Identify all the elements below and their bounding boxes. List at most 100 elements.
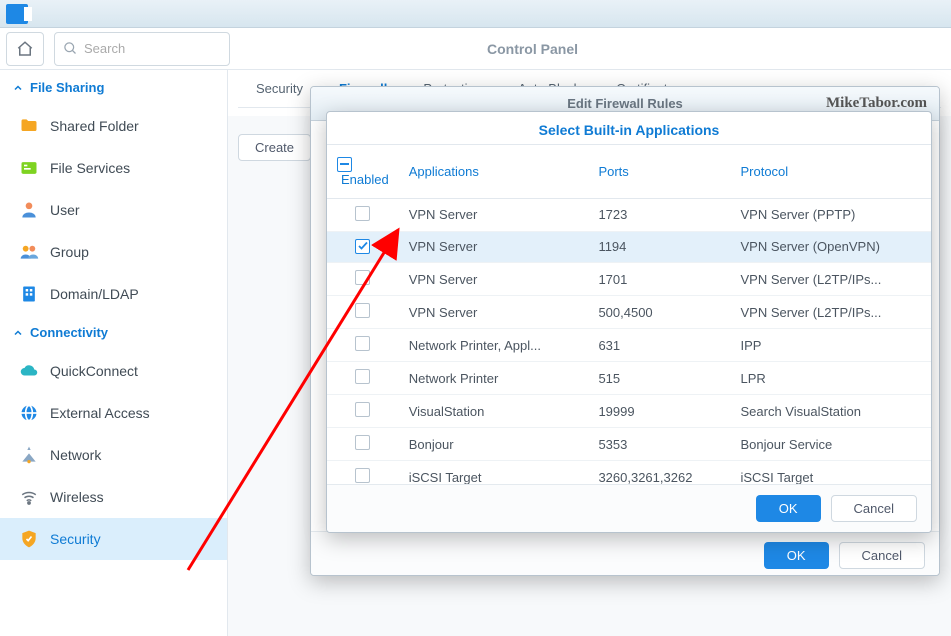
select-cancel-button[interactable]: Cancel [831, 495, 917, 522]
search-icon [63, 41, 78, 56]
select-ok-button[interactable]: OK [756, 495, 821, 522]
cell-ports: 1701 [588, 263, 730, 296]
cell-ports: 1194 [588, 231, 730, 263]
group-icon [18, 241, 40, 263]
shield-icon [18, 528, 40, 550]
modal-select-apps: Select Built-in Applications Enabled App… [326, 111, 932, 533]
row-checkbox[interactable] [355, 468, 370, 483]
cell-ports: 19999 [588, 395, 730, 428]
col-applications[interactable]: Applications [399, 145, 589, 198]
sidebar-item-label: Security [50, 531, 101, 547]
home-button[interactable] [6, 32, 44, 66]
folder-icon [18, 115, 40, 137]
sidebar-item-quickconnect[interactable]: QuickConnect [0, 350, 227, 392]
header-checkbox[interactable] [337, 157, 352, 172]
window-top-strip [0, 0, 951, 28]
app-title: Control Panel [234, 41, 951, 57]
cell-ports: 500,4500 [588, 296, 730, 329]
table-row[interactable]: Bonjour 5353 Bonjour Service [327, 428, 931, 461]
cell-application: VPN Server [399, 263, 589, 296]
sidebar-item-wireless[interactable]: Wireless [0, 476, 227, 518]
cell-ports: 1723 [588, 198, 730, 231]
cell-protocol: VPN Server (PPTP) [730, 198, 931, 231]
sidebar-item-network[interactable]: Network [0, 434, 227, 476]
apps-table: Enabled Applications Ports Protocol VPN … [327, 145, 931, 484]
cell-ports: 515 [588, 362, 730, 395]
table-row[interactable]: VPN Server 500,4500 VPN Server (L2TP/IPs… [327, 296, 931, 329]
modal-edit-title: Edit Firewall Rules [567, 96, 683, 111]
sidebar-item-group[interactable]: Group [0, 231, 227, 273]
sidebar-section-file-sharing[interactable]: File Sharing [0, 70, 227, 105]
cell-protocol: VPN Server (L2TP/IPs... [730, 296, 931, 329]
sidebar-item-label: Shared Folder [50, 118, 139, 134]
sidebar-item-label: Group [50, 244, 89, 260]
network-icon [18, 444, 40, 466]
sidebar-item-label: Domain/LDAP [50, 286, 139, 302]
cell-application: VPN Server [399, 198, 589, 231]
modal-select-title: Select Built-in Applications [327, 112, 931, 144]
cell-application: VPN Server [399, 296, 589, 329]
table-row[interactable]: iSCSI Target 3260,3261,3262 iSCSI Target [327, 461, 931, 485]
cell-application: Network Printer [399, 362, 589, 395]
chevron-up-icon [12, 327, 24, 339]
watermark-text: MikeTabor.com [826, 95, 927, 112]
col-ports[interactable]: Ports [588, 145, 730, 198]
app-logo-icon [6, 4, 28, 24]
col-protocol[interactable]: Protocol [730, 145, 931, 198]
cloud-icon [18, 360, 40, 382]
row-checkbox[interactable] [355, 206, 370, 221]
user-icon [18, 199, 40, 221]
search-input[interactable] [84, 41, 221, 56]
header-row: Control Panel [0, 28, 951, 70]
sidebar-item-security[interactable]: Security [0, 518, 227, 560]
sidebar-item-domain-ldap[interactable]: Domain/LDAP [0, 273, 227, 315]
cell-application: VPN Server [399, 231, 589, 263]
sidebar-item-file-services[interactable]: File Services [0, 147, 227, 189]
modal-edit-footer: OK Cancel [311, 531, 939, 576]
chevron-up-icon [12, 82, 24, 94]
cell-application: VisualStation [399, 395, 589, 428]
cell-ports: 3260,3261,3262 [588, 461, 730, 485]
row-checkbox[interactable] [355, 402, 370, 417]
table-row[interactable]: VisualStation 19999 Search VisualStation [327, 395, 931, 428]
wifi-icon [18, 486, 40, 508]
cell-protocol: Bonjour Service [730, 428, 931, 461]
tab-security[interactable]: Security [238, 70, 321, 107]
table-row[interactable]: VPN Server 1701 VPN Server (L2TP/IPs... [327, 263, 931, 296]
sidebar-item-external-access[interactable]: External Access [0, 392, 227, 434]
sidebar-item-label: File Services [50, 160, 130, 176]
sidebar-item-user[interactable]: User [0, 189, 227, 231]
row-checkbox[interactable] [355, 270, 370, 285]
sidebar-item-label: User [50, 202, 80, 218]
cell-protocol: IPP [730, 329, 931, 362]
create-button[interactable]: Create [238, 134, 311, 161]
table-row[interactable]: VPN Server 1194 VPN Server (OpenVPN) [327, 231, 931, 263]
services-icon [18, 157, 40, 179]
table-row[interactable]: VPN Server 1723 VPN Server (PPTP) [327, 198, 931, 231]
apps-table-wrap[interactable]: Enabled Applications Ports Protocol VPN … [327, 144, 931, 484]
table-row[interactable]: Network Printer, Appl... 631 IPP [327, 329, 931, 362]
sidebar-item-label: Network [50, 447, 101, 463]
edit-ok-button[interactable]: OK [764, 542, 829, 569]
sidebar-section-connectivity[interactable]: Connectivity [0, 315, 227, 350]
row-checkbox[interactable] [355, 239, 370, 254]
sidebar-item-label: External Access [50, 405, 150, 421]
table-row[interactable]: Network Printer 515 LPR [327, 362, 931, 395]
sidebar-item-shared-folder[interactable]: Shared Folder [0, 105, 227, 147]
cell-ports: 631 [588, 329, 730, 362]
home-icon [16, 40, 34, 58]
cell-protocol: Search VisualStation [730, 395, 931, 428]
row-checkbox[interactable] [355, 369, 370, 384]
edit-cancel-button[interactable]: Cancel [839, 542, 925, 569]
globe-icon [18, 402, 40, 424]
cell-protocol: VPN Server (OpenVPN) [730, 231, 931, 263]
cell-application: Bonjour [399, 428, 589, 461]
row-checkbox[interactable] [355, 303, 370, 318]
cell-protocol: iSCSI Target [730, 461, 931, 485]
col-enabled[interactable]: Enabled [327, 145, 399, 198]
search-box[interactable] [54, 32, 230, 66]
modal-select-footer: OK Cancel [327, 484, 931, 532]
row-checkbox[interactable] [355, 336, 370, 351]
domain-icon [18, 283, 40, 305]
row-checkbox[interactable] [355, 435, 370, 450]
